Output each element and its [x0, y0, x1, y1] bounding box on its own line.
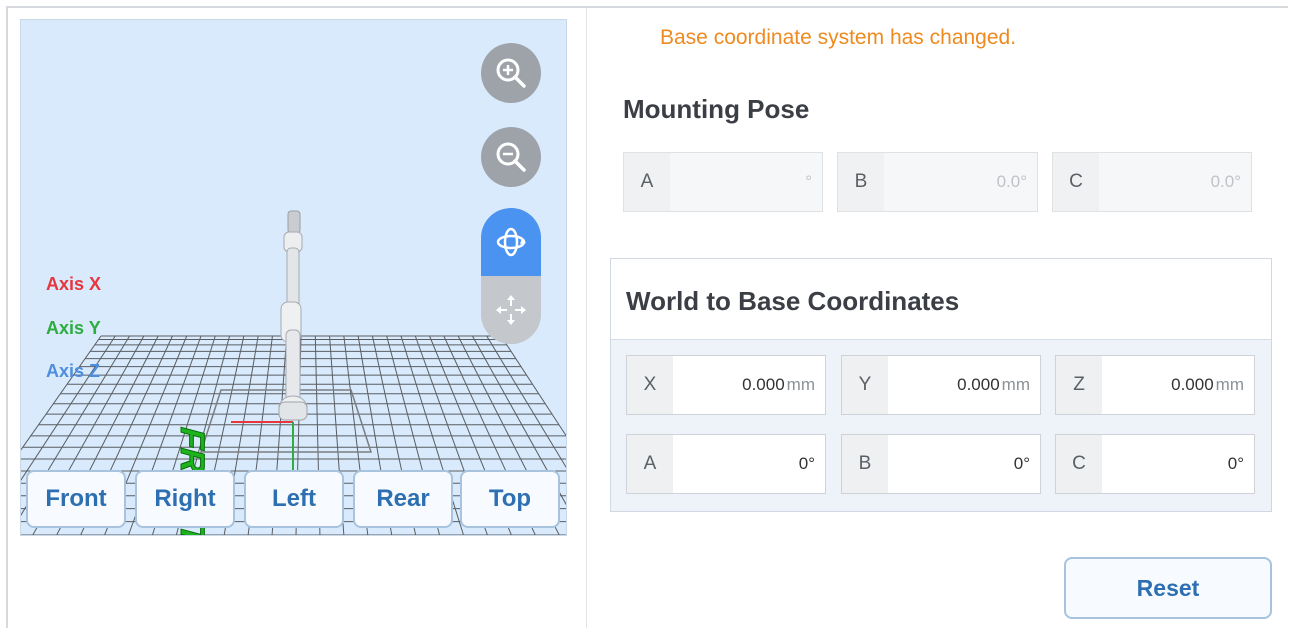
zoom-out-button[interactable]: [481, 127, 541, 187]
pan-mode-button[interactable]: [481, 276, 541, 344]
view-front-button[interactable]: Front: [26, 470, 126, 528]
reset-button[interactable]: Reset: [1064, 557, 1272, 619]
unit-text: mm: [786, 375, 815, 394]
world-to-base-header: World to Base Coordinates: [611, 259, 1271, 340]
axis-y-label: Axis Y: [46, 318, 101, 338]
field-value[interactable]: 0.000 mm: [888, 356, 1040, 414]
field-value[interactable]: 0.000 mm: [673, 356, 825, 414]
view-left-button[interactable]: Left: [244, 470, 344, 528]
axis-z-label: Axis Z: [46, 361, 101, 381]
mounting-pose-b-field: B 0.0°: [837, 152, 1038, 212]
field-value[interactable]: 0°: [1102, 435, 1254, 493]
field-label: X: [627, 356, 673, 414]
axis-x-label: Axis X: [46, 274, 102, 294]
view-right-button[interactable]: Right: [135, 470, 235, 528]
world-z-field[interactable]: Z 0.000 mm: [1055, 355, 1255, 415]
zoom-out-icon: [496, 142, 526, 172]
field-label: C: [1056, 435, 1102, 493]
field-value[interactable]: 0°: [888, 435, 1040, 493]
mounting-pose-a-field: A °: [623, 152, 823, 212]
field-value[interactable]: 0°: [673, 435, 825, 493]
rotate-icon: [496, 227, 526, 257]
robot-3d-viewport[interactable]: FRONT Axis X Axis Y Axis Z: [20, 19, 567, 536]
unit-text: mm: [1001, 375, 1030, 394]
field-label: B: [842, 435, 888, 493]
pan-icon: [496, 295, 526, 325]
field-label: Y: [842, 356, 888, 414]
mounting-pose-c-field: C 0.0°: [1052, 152, 1252, 212]
rotate-mode-button[interactable]: [481, 208, 541, 276]
world-x-field[interactable]: X 0.000 mm: [626, 355, 826, 415]
value-text: 0.000: [742, 375, 785, 394]
field-label: B: [838, 153, 884, 211]
zoom-in-icon: [496, 58, 526, 88]
field-label: C: [1053, 153, 1099, 211]
unit-text: mm: [1215, 375, 1244, 394]
view-top-button[interactable]: Top: [460, 470, 560, 528]
field-value: 0.0°: [1099, 153, 1251, 211]
world-b-field[interactable]: B 0°: [841, 434, 1041, 494]
field-value[interactable]: 0.000 mm: [1102, 356, 1254, 414]
world-a-field[interactable]: A 0°: [626, 434, 826, 494]
window-left-border: [6, 6, 8, 628]
world-to-base-title: World to Base Coordinates: [626, 286, 960, 316]
field-label: A: [627, 435, 673, 493]
mounting-pose-title: Mounting Pose: [623, 94, 810, 124]
value-text: 0.000: [1171, 375, 1214, 394]
field-label: Z: [1056, 356, 1102, 414]
camera-mode-toggle: [481, 208, 541, 344]
warning-message: Base coordinate system has changed.: [660, 26, 1017, 49]
view-rear-button[interactable]: Rear: [353, 470, 453, 528]
window-top-border: [6, 6, 1288, 8]
field-label: A: [624, 153, 670, 211]
world-y-field[interactable]: Y 0.000 mm: [841, 355, 1041, 415]
zoom-in-button[interactable]: [481, 43, 541, 103]
value-text: 0.000: [957, 375, 1000, 394]
world-c-field[interactable]: C 0°: [1055, 434, 1255, 494]
panel-divider: [586, 8, 587, 628]
field-value: 0.0°: [884, 153, 1037, 211]
field-value: °: [670, 153, 822, 211]
